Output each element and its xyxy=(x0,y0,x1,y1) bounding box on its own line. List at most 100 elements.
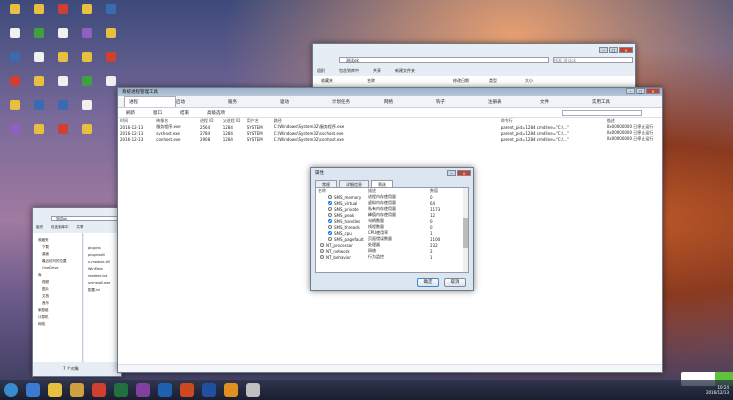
desktop-icon[interactable] xyxy=(76,52,98,63)
tab-4[interactable]: 计划任务 xyxy=(332,99,384,105)
close-button[interactable]: × xyxy=(457,170,471,176)
desktop-icon[interactable] xyxy=(52,100,74,111)
desktop-icon[interactable] xyxy=(52,124,74,135)
search-box[interactable]: 搜索 测试ok xyxy=(553,57,633,63)
app1-icon[interactable] xyxy=(224,383,238,397)
ie-icon[interactable] xyxy=(26,383,40,397)
tab-9[interactable]: 实用工具 xyxy=(592,99,644,105)
table-row[interactable]: 2016-12-13 conhost.exe 2908 1284 SYSTEM C:\Wi… xyxy=(118,136,662,142)
tab-7[interactable]: 注册表 xyxy=(488,99,540,105)
col-date[interactable]: 修改日期 xyxy=(453,78,469,84)
desktop-icon[interactable] xyxy=(4,52,26,63)
nav-favorites[interactable]: 收藏夹 xyxy=(321,78,333,84)
include-library-menu[interactable]: 包含到库中 xyxy=(339,68,359,74)
desktop-icon[interactable] xyxy=(52,28,74,39)
scrollbar[interactable] xyxy=(463,188,468,272)
onenote-icon[interactable] xyxy=(136,383,150,397)
nav-item[interactable]: 下载 xyxy=(38,244,82,251)
desktop-icon[interactable] xyxy=(76,100,98,111)
explorer-window-left[interactable]: 测试ok 组织 包含到库中 共享 收藏夹 下载 桌面 最近访问的位置 OneDrive 库视频… xyxy=(32,207,122,377)
toolbar-button[interactable]: 窗口 xyxy=(153,110,162,116)
col-name[interactable]: 名称 xyxy=(367,78,375,84)
organize-menu[interactable]: 组织 xyxy=(317,68,325,74)
cancel-button[interactable]: 取消 xyxy=(444,278,466,287)
word-icon[interactable] xyxy=(202,383,216,397)
excel-icon[interactable] xyxy=(114,383,128,397)
minimize-button[interactable]: – xyxy=(447,170,456,176)
desktop-icon[interactable] xyxy=(4,124,26,135)
tab-5[interactable]: 网络 xyxy=(384,99,436,105)
desktop-icon[interactable] xyxy=(4,28,26,39)
desktop-icon[interactable] xyxy=(76,4,98,15)
search-input[interactable] xyxy=(562,109,642,116)
address-bar[interactable]: 测试ok xyxy=(51,216,119,221)
chrome-icon[interactable] xyxy=(92,383,106,397)
item-checkbox[interactable] xyxy=(328,236,332,241)
item-checkbox[interactable] xyxy=(328,224,332,229)
toolbar-button[interactable]: 结束 xyxy=(180,110,189,116)
desktop-icon[interactable] xyxy=(76,76,98,87)
close-button[interactable]: × xyxy=(646,88,660,94)
app2-icon[interactable] xyxy=(246,383,260,397)
nav-item[interactable]: 收藏夹 xyxy=(38,237,82,244)
nav-item[interactable]: 网络 xyxy=(38,321,82,328)
desktop-icon[interactable] xyxy=(100,76,122,87)
list-item[interactable]: NT_behavior 行为监控 1 xyxy=(316,254,468,260)
nav-item[interactable]: 桌面 xyxy=(38,251,82,258)
tab-8[interactable]: 文件 xyxy=(540,99,592,105)
maximize-button[interactable]: □ xyxy=(636,88,645,94)
item-checkbox[interactable] xyxy=(328,206,332,211)
desktop-icon[interactable] xyxy=(100,4,122,15)
col-size[interactable]: 大小 xyxy=(525,78,533,84)
clock[interactable]: 10:24 2016/12/13 xyxy=(706,385,733,395)
nav-item[interactable]: 最近访问的位置 xyxy=(38,258,82,265)
tab-0[interactable]: 进程 xyxy=(124,96,176,107)
share-menu[interactable]: 共享 xyxy=(373,68,381,74)
share-menu[interactable]: 共享 xyxy=(77,225,84,230)
explorer-icon[interactable] xyxy=(48,383,62,397)
desktop-icon[interactable] xyxy=(76,124,98,135)
toolbar-button[interactable]: 刷新 xyxy=(126,110,135,116)
tab-6[interactable]: 钩子 xyxy=(436,99,488,105)
item-checkbox[interactable] xyxy=(328,212,332,217)
desktop-icon[interactable] xyxy=(52,4,74,15)
address-bar[interactable]: 测试ok xyxy=(339,57,549,63)
desktop-icon[interactable] xyxy=(28,76,50,87)
item-checkbox[interactable] xyxy=(328,218,332,223)
nav-item[interactable]: 库 xyxy=(38,272,82,279)
nav-item[interactable]: 视频 xyxy=(38,279,82,286)
item-checkbox[interactable] xyxy=(320,242,324,247)
nav-item[interactable]: OneDrive xyxy=(38,265,82,272)
desktop-icon[interactable] xyxy=(4,4,26,15)
desktop-icon[interactable] xyxy=(52,76,74,87)
item-checkbox[interactable] xyxy=(328,200,332,205)
desktop-icon[interactable] xyxy=(52,52,74,63)
powerpoint-icon[interactable] xyxy=(180,383,194,397)
item-checkbox[interactable] xyxy=(328,230,332,235)
nav-item[interactable]: 音乐 xyxy=(38,300,82,307)
desktop-icon[interactable] xyxy=(100,28,122,39)
properties-dialog[interactable]: 属性 – × 常规 详细信息 筛选 名称 描述 数值 SMS_memory 进程内存使用量 0 S… xyxy=(310,167,474,291)
nav-item[interactable]: 图片 xyxy=(38,286,82,293)
ok-button[interactable]: 确定 xyxy=(417,278,439,287)
desktop-icon[interactable] xyxy=(28,4,50,15)
item-checkbox[interactable] xyxy=(320,248,324,253)
desktop-icon[interactable] xyxy=(28,100,50,111)
minimize-button[interactable]: – xyxy=(626,88,635,94)
file-icon[interactable] xyxy=(70,383,84,397)
nav-item[interactable]: 文档 xyxy=(38,293,82,300)
include-library-menu[interactable]: 包含到库中 xyxy=(51,225,69,230)
desktop-icon[interactable] xyxy=(76,28,98,39)
toolbar-button[interactable]: 高级选项 xyxy=(207,110,225,116)
organize-menu[interactable]: 组织 xyxy=(36,225,43,230)
tab-3[interactable]: 驱动 xyxy=(280,99,332,105)
maximize-button[interactable]: □ xyxy=(609,47,618,53)
desktop-icon[interactable] xyxy=(28,28,50,39)
tab-2[interactable]: 服务 xyxy=(228,99,280,105)
new-folder-button[interactable]: 新建文件夹 xyxy=(395,68,415,74)
item-checkbox[interactable] xyxy=(328,194,332,199)
col-type[interactable]: 类型 xyxy=(489,78,497,84)
nav-item[interactable]: 计算机 xyxy=(38,314,82,321)
desktop-icon[interactable] xyxy=(28,124,50,135)
desktop-icon[interactable] xyxy=(100,52,122,63)
